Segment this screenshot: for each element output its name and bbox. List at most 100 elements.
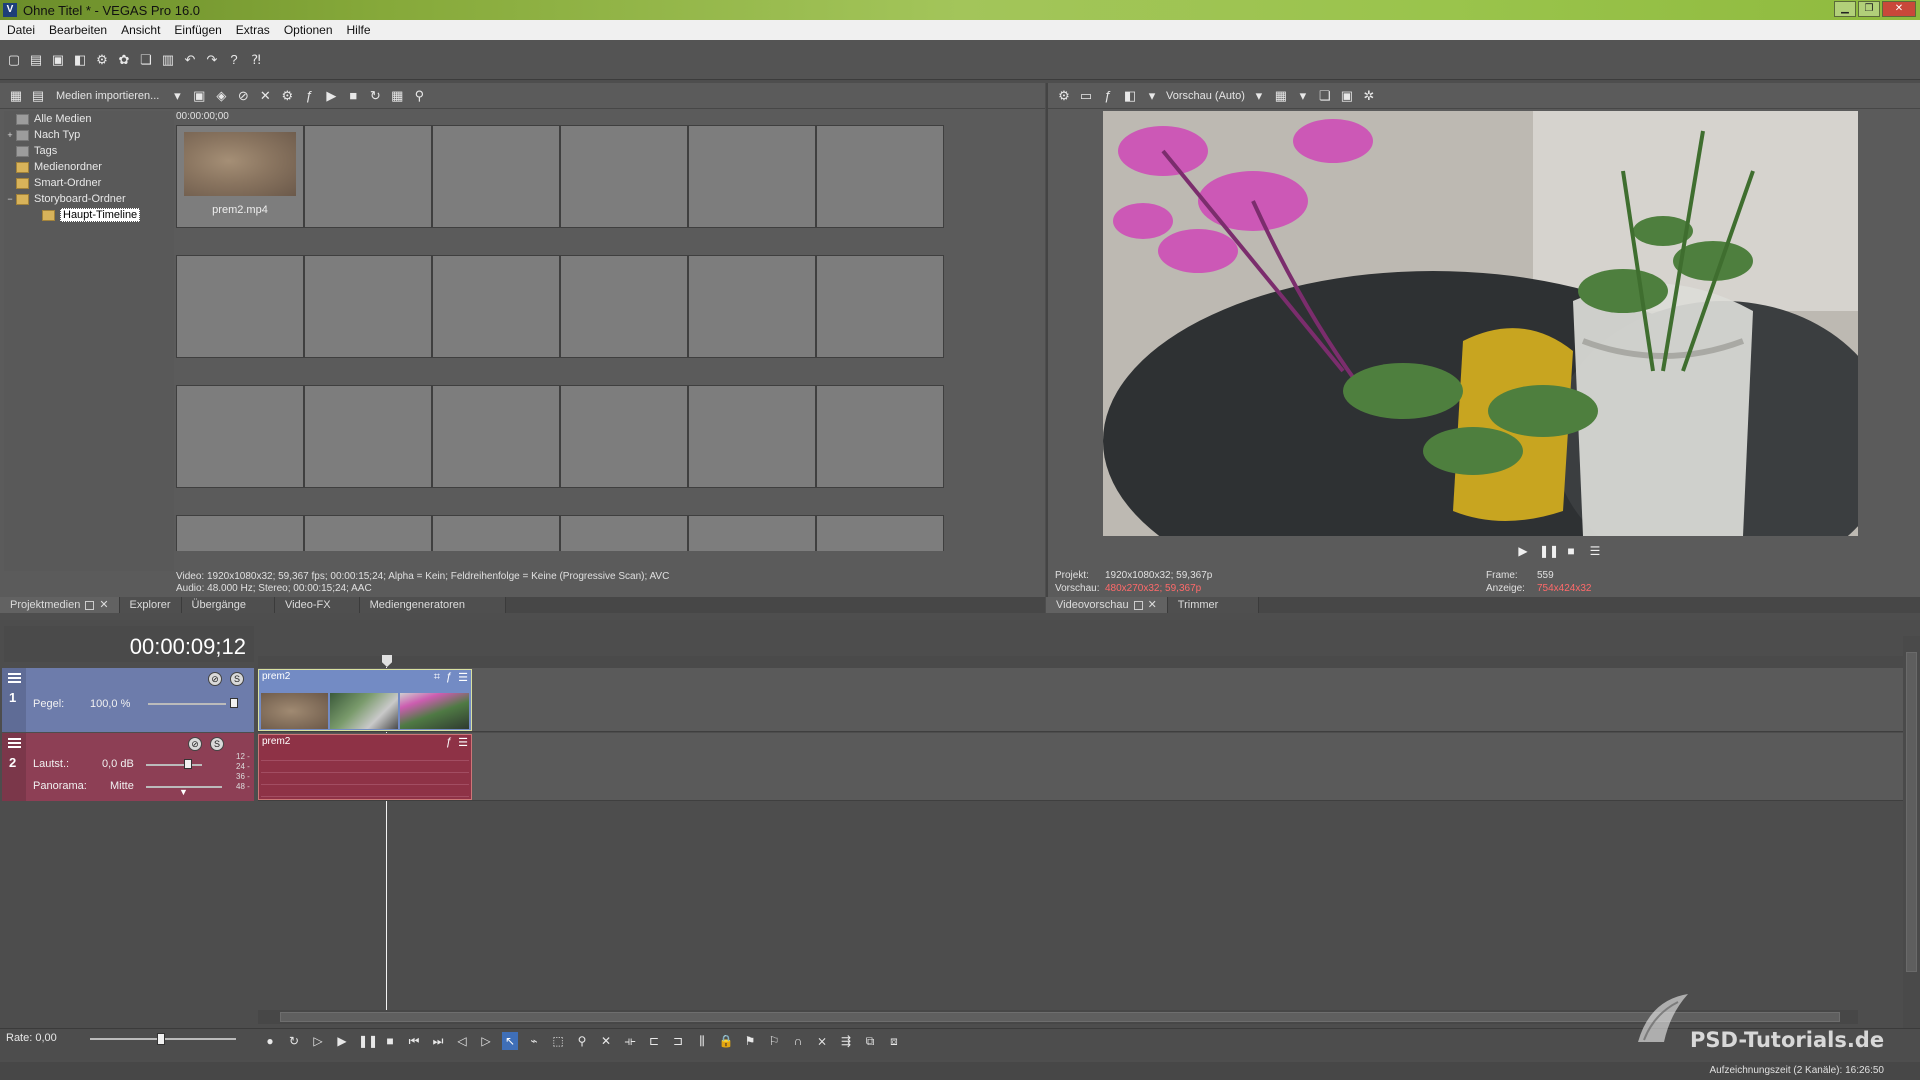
save-as-icon[interactable]: ◧ bbox=[72, 52, 88, 68]
empty-slot[interactable] bbox=[304, 385, 432, 488]
empty-slot[interactable] bbox=[816, 125, 944, 228]
pause-icon[interactable]: ❚❚ bbox=[1539, 543, 1559, 559]
menu-hilfe[interactable]: Hilfe bbox=[340, 23, 378, 37]
empty-slot[interactable] bbox=[304, 255, 432, 358]
close-tab-icon[interactable]: ✕ bbox=[99, 597, 108, 613]
open-icon[interactable]: ▤ bbox=[28, 52, 44, 68]
undock-icon[interactable] bbox=[85, 600, 95, 610]
capture-icon[interactable]: ▣ bbox=[191, 88, 207, 104]
preview-quality-select[interactable]: Vorschau (Auto) bbox=[1166, 90, 1245, 102]
auto-ripple-icon[interactable]: ⇶ bbox=[838, 1032, 854, 1050]
volume-slider-knob[interactable] bbox=[184, 759, 192, 769]
level-slider-knob[interactable] bbox=[230, 698, 238, 708]
save-snapshot-icon[interactable]: ▣ bbox=[1339, 88, 1355, 104]
event-fx-icon[interactable]: ƒ bbox=[446, 671, 452, 684]
delete-icon[interactable]: ✕ bbox=[257, 88, 273, 104]
scrollbar-thumb[interactable] bbox=[1906, 652, 1917, 972]
next-frame-icon[interactable]: ▷ bbox=[478, 1032, 494, 1050]
tab-uebergaenge[interactable]: Übergänge bbox=[181, 597, 275, 613]
tree-item-nach-typ[interactable]: + Nach Typ bbox=[4, 127, 174, 143]
solo-icon[interactable]: S bbox=[230, 672, 244, 686]
timeline-horizontal-scrollbar[interactable] bbox=[258, 1010, 1858, 1024]
dropdown-icon[interactable]: ▾ bbox=[1295, 88, 1311, 104]
tab-video-fx[interactable]: Video-FX bbox=[274, 597, 360, 613]
expand-icon[interactable]: + bbox=[4, 130, 16, 140]
trim-start-icon[interactable]: ⊏ bbox=[646, 1032, 662, 1050]
prev-frame-icon[interactable]: ◁ bbox=[454, 1032, 470, 1050]
empty-slot[interactable] bbox=[432, 385, 560, 488]
empty-slot[interactable] bbox=[560, 125, 688, 228]
ignore-grouping-icon[interactable]: ⧈ bbox=[886, 1032, 902, 1050]
play-icon[interactable]: ▶ bbox=[323, 88, 339, 104]
dropdown-icon[interactable]: ▾ bbox=[169, 88, 185, 104]
tree-item-alle-medien[interactable]: Alle Medien bbox=[4, 111, 174, 127]
empty-slot[interactable] bbox=[432, 125, 560, 228]
trim-icon[interactable]: ⟛ bbox=[622, 1032, 638, 1050]
audio-event-clip[interactable]: prem2 ƒ ☰ bbox=[258, 734, 472, 800]
tree-item-haupt-timeline[interactable]: Haupt-Timeline bbox=[4, 207, 174, 223]
lock-envelopes-icon[interactable]: ⧉ bbox=[862, 1032, 878, 1050]
view-grid-icon[interactable]: ▦ bbox=[389, 88, 405, 104]
tree-item-smart-ordner[interactable]: Smart-Ordner bbox=[4, 175, 174, 191]
selection-tool-icon[interactable]: ⬚ bbox=[550, 1032, 566, 1050]
delete-icon[interactable]: ✕ bbox=[598, 1032, 614, 1050]
copy-snapshot-icon[interactable]: ❏ bbox=[1317, 88, 1333, 104]
empty-slot[interactable] bbox=[688, 255, 816, 358]
stop-icon[interactable]: ■ bbox=[382, 1032, 398, 1050]
rate-slider-knob[interactable] bbox=[157, 1033, 165, 1045]
tab-projektmedien[interactable]: Projektmedien ✕ bbox=[0, 597, 120, 613]
new-icon[interactable]: ▢ bbox=[6, 52, 22, 68]
empty-slot[interactable] bbox=[176, 385, 304, 488]
marker-icon[interactable]: ⚑ bbox=[742, 1032, 758, 1050]
crop-icon[interactable]: ⌗ bbox=[434, 671, 440, 684]
video-fx-icon[interactable]: ƒ bbox=[1100, 88, 1116, 104]
collapse-icon[interactable]: − bbox=[4, 194, 16, 204]
go-to-start-icon[interactable]: ⏮ bbox=[406, 1032, 422, 1050]
solo-icon[interactable]: S bbox=[210, 737, 224, 751]
menu-extras[interactable]: Extras bbox=[229, 23, 277, 37]
media-properties-icon[interactable]: ⚙ bbox=[279, 88, 295, 104]
tree-item-tags[interactable]: Tags bbox=[4, 143, 174, 159]
track-menu-icon[interactable] bbox=[8, 673, 21, 683]
video-event-clip[interactable]: prem2 ⌗ ƒ ☰ bbox=[258, 669, 472, 731]
undock-icon[interactable] bbox=[1133, 600, 1143, 610]
tab-videovorschau[interactable]: Videovorschau ✕ bbox=[1046, 597, 1168, 613]
play-from-start-icon[interactable]: ▷ bbox=[310, 1032, 326, 1050]
event-menu-icon[interactable]: ☰ bbox=[458, 736, 468, 749]
copy-icon[interactable]: ❏ bbox=[138, 52, 154, 68]
undo-icon[interactable]: ↶ bbox=[182, 52, 198, 68]
empty-slot[interactable] bbox=[816, 515, 944, 551]
mute-icon[interactable]: ⊘ bbox=[188, 737, 202, 751]
mute-icon[interactable]: ⊘ bbox=[208, 672, 222, 686]
empty-slot[interactable] bbox=[432, 515, 560, 551]
media-fx-icon[interactable]: ƒ bbox=[301, 88, 317, 104]
tab-trimmer[interactable]: Trimmer bbox=[1167, 597, 1260, 613]
play-icon[interactable]: ▶ bbox=[1515, 543, 1531, 559]
empty-slot[interactable] bbox=[560, 515, 688, 551]
audio-track-header[interactable]: 2 ⊘ S Lautst.: 0,0 dB Panorama: Mitte ▼ bbox=[2, 733, 254, 801]
trim-end-icon[interactable]: ⊐ bbox=[670, 1032, 686, 1050]
settings-icon[interactable]: ✲ bbox=[1361, 88, 1377, 104]
auto-preview-icon[interactable]: ↻ bbox=[367, 88, 383, 104]
search-icon[interactable]: ⚲ bbox=[411, 88, 427, 104]
menu-datei[interactable]: Datei bbox=[0, 23, 42, 37]
level-slider[interactable] bbox=[148, 703, 226, 705]
empty-slot[interactable] bbox=[304, 515, 432, 551]
pause-icon[interactable]: ❚❚ bbox=[358, 1032, 378, 1050]
event-fx-icon[interactable]: ƒ bbox=[446, 736, 452, 749]
pan-knob-icon[interactable]: ▼ bbox=[179, 787, 188, 797]
empty-slot[interactable] bbox=[304, 125, 432, 228]
empty-slot[interactable] bbox=[688, 515, 816, 551]
paste-icon[interactable]: ▥ bbox=[160, 52, 176, 68]
stop-icon[interactable]: ■ bbox=[1563, 543, 1579, 559]
empty-slot[interactable] bbox=[432, 255, 560, 358]
tab-explorer[interactable]: Explorer bbox=[119, 597, 182, 613]
track-menu-icon[interactable] bbox=[8, 738, 21, 748]
menu-optionen[interactable]: Optionen bbox=[277, 23, 340, 37]
minimize-button[interactable]: ▁ bbox=[1834, 1, 1856, 17]
video-track-lane[interactable] bbox=[258, 668, 1903, 732]
redo-icon[interactable]: ↷ bbox=[204, 52, 220, 68]
empty-slot[interactable] bbox=[688, 385, 816, 488]
empty-slot[interactable] bbox=[816, 255, 944, 358]
media-clip-prem2[interactable]: prem2.mp4 bbox=[176, 125, 304, 228]
